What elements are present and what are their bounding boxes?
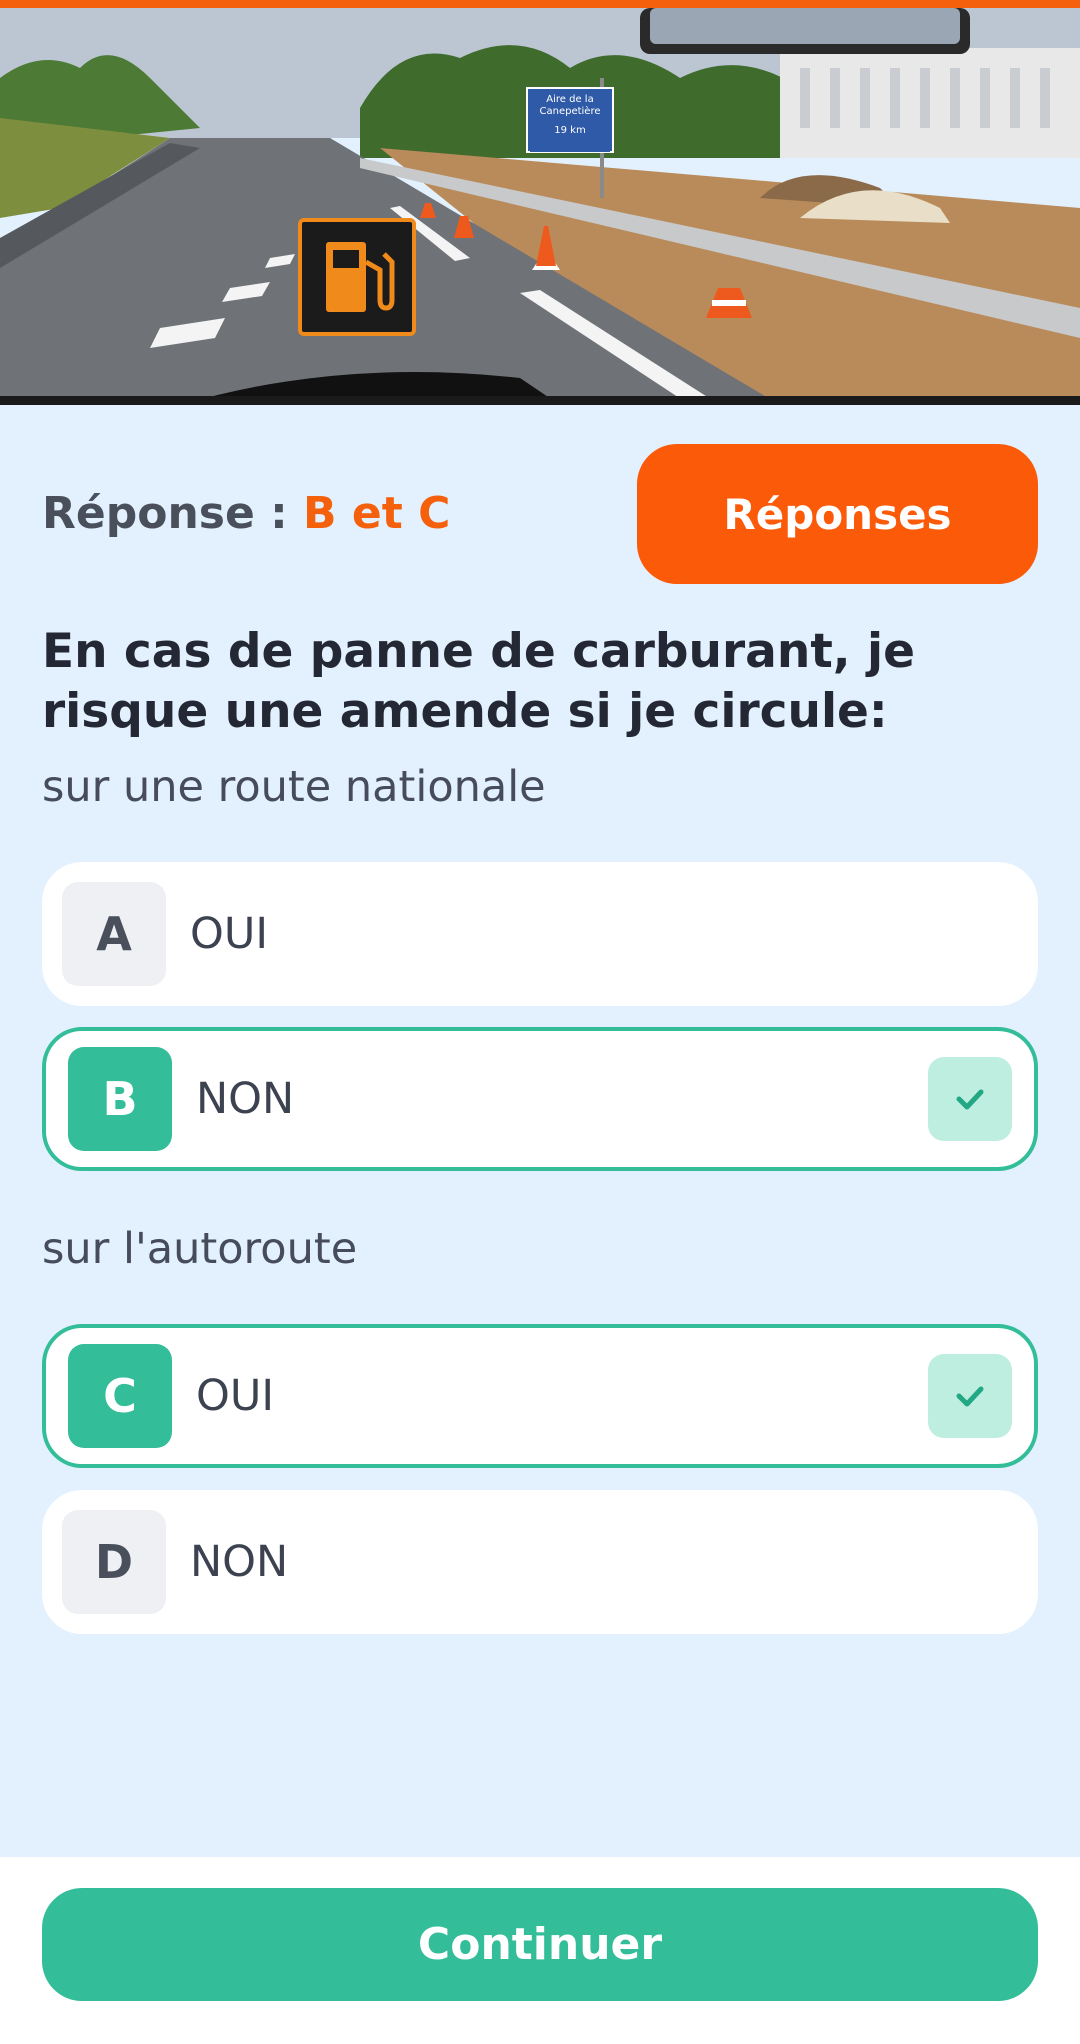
option-text: OUI	[196, 1371, 275, 1421]
road-scene-image: Aire de la Canepetière 19 km	[0, 8, 1080, 405]
group-label-route-nationale: sur une route nationale	[42, 762, 546, 812]
option-text: NON	[190, 1537, 289, 1587]
road-sign-line2: Canepetière	[540, 105, 601, 117]
option-d[interactable]: D NON	[42, 1490, 1038, 1634]
answer-summary: Réponse : B et C	[42, 488, 450, 539]
road-sign-distance: 19 km	[554, 125, 585, 136]
option-letter: D	[62, 1510, 166, 1614]
check-icon	[928, 1057, 1012, 1141]
group-label-autoroute: sur l'autoroute	[42, 1224, 358, 1274]
top-accent-bar	[0, 0, 1080, 8]
option-letter: A	[62, 882, 166, 986]
option-a[interactable]: A OUI	[42, 862, 1038, 1006]
answer-value: B et C	[303, 488, 451, 539]
answer-label: Réponse :	[42, 488, 304, 539]
question-text: En cas de panne de carburant, je risque …	[42, 624, 916, 739]
check-icon	[928, 1354, 1012, 1438]
option-c[interactable]: C OUI	[42, 1324, 1038, 1468]
option-text: OUI	[190, 909, 269, 959]
answers-button[interactable]: Réponses	[637, 444, 1038, 584]
road-sign-line1: Aire de la	[546, 94, 593, 105]
option-letter: C	[68, 1344, 172, 1448]
option-letter: B	[68, 1047, 172, 1151]
option-b[interactable]: B NON	[42, 1027, 1038, 1171]
option-text: NON	[196, 1074, 295, 1124]
continue-button[interactable]: Continuer	[42, 1888, 1038, 2001]
fuel-warning-icon	[298, 218, 416, 336]
